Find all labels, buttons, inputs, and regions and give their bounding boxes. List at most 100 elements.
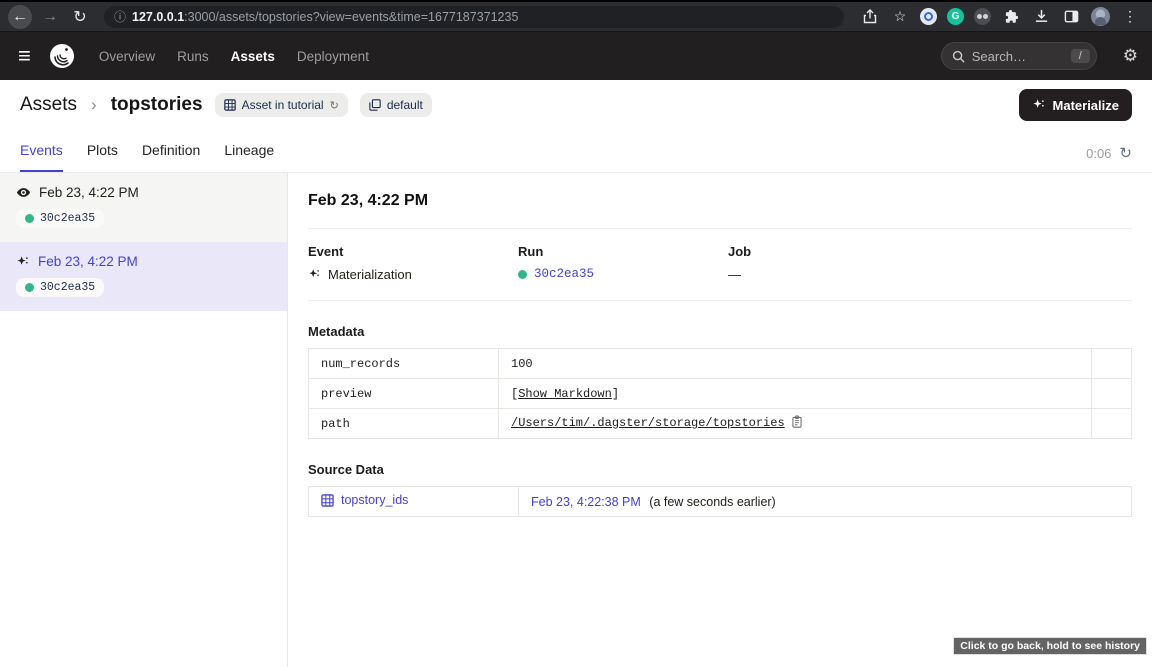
browser-forward-button[interactable]: → (38, 5, 62, 29)
asset-group-chip[interactable]: Asset in tutorial ↻ (215, 93, 348, 117)
browser-toolbar: ← → ↻ ⓘ 127.0.0.1:3000/assets/topstories… (0, 0, 1152, 32)
url-text: 127.0.0.1:3000/assets/topstories?view=ev… (132, 10, 518, 24)
address-bar[interactable]: ⓘ 127.0.0.1:3000/assets/topstories?view=… (104, 6, 844, 28)
dagster-logo[interactable] (49, 43, 75, 69)
search-input[interactable]: Search… / (941, 42, 1097, 70)
run-field-label: Run (518, 244, 728, 259)
goggles-extension-icon[interactable] (974, 8, 991, 25)
run-id-label: 30c2ea35 (40, 212, 95, 225)
browser-action-icons: ☆ G ⋮ (856, 7, 1144, 27)
grid-icon (321, 494, 334, 507)
source-data-table: topstory_ids Feb 23, 4:22:38 PM (a few s… (308, 486, 1132, 517)
source-timestamp-note: (a few seconds earlier) (649, 495, 775, 509)
table-row: path /Users/tim/.dagster/storage/topstor… (309, 409, 1132, 439)
download-icon[interactable] (1031, 7, 1051, 27)
run-status-dot (25, 214, 34, 223)
sparkle-icon (308, 268, 321, 281)
url-path: :3000/assets/topstories?view=events&time… (184, 10, 518, 24)
tab-definition[interactable]: Definition (142, 142, 200, 172)
metadata-key: path (309, 409, 499, 439)
materialize-button[interactable]: Materialize (1019, 89, 1132, 121)
default-location-chip[interactable]: default (360, 93, 432, 117)
breadcrumb-assets[interactable]: Assets (20, 94, 77, 116)
divider (308, 228, 1132, 229)
event-field-label: Event (308, 244, 518, 259)
event-type-value: Materialization (328, 267, 412, 282)
metadata-section-title: Metadata (308, 324, 1132, 339)
nav-item-runs[interactable]: Runs (177, 49, 209, 64)
breadcrumb-asset-name: topstories (111, 94, 203, 116)
run-id-label: 30c2ea35 (40, 281, 95, 294)
grammarly-icon[interactable]: G (947, 8, 964, 25)
divider (308, 300, 1132, 301)
puzzle-extensions-icon[interactable] (1001, 7, 1021, 27)
browser-reload-button[interactable]: ↻ (68, 5, 92, 29)
profile-avatar[interactable] (1091, 7, 1110, 26)
materialize-button-label: Materialize (1053, 98, 1119, 113)
source-asset-link[interactable]: topstory_ids (321, 493, 408, 507)
event-detail-title: Feb 23, 4:22 PM (308, 192, 1132, 210)
hamburger-menu-icon[interactable]: ≡ (14, 45, 35, 67)
event-list-sidebar: Feb 23, 4:22 PM 30c2ea35 Feb 23, 4:22 PM… (0, 173, 288, 667)
copy-icon[interactable] (791, 418, 803, 432)
asset-tabs: Events Plots Definition Lineage 0:06 ↻ (0, 130, 1152, 173)
table-row: preview [Show Markdown] (309, 379, 1132, 409)
extension-blue-icon[interactable] (920, 8, 937, 25)
search-placeholder: Search… (972, 49, 1064, 64)
share-icon[interactable] (860, 7, 880, 27)
refresh-icon[interactable]: ↻ (330, 99, 339, 112)
event-list-item-materialization[interactable]: Feb 23, 4:22 PM 30c2ea35 (0, 242, 287, 311)
bookmark-star-icon[interactable]: ☆ (890, 7, 910, 27)
tab-lineage[interactable]: Lineage (224, 142, 274, 172)
nav-item-deployment[interactable]: Deployment (297, 49, 369, 64)
default-location-chip-label: default (387, 98, 423, 112)
run-status-dot (25, 283, 34, 292)
metadata-value: 100 (499, 349, 1092, 379)
metadata-endcap-cell (1092, 409, 1132, 439)
metadata-value: /Users/tim/.dagster/storage/topstories (499, 409, 1092, 439)
eye-icon (16, 185, 31, 200)
browser-back-button[interactable]: ← (8, 5, 32, 29)
metadata-key: num_records (309, 349, 499, 379)
event-summary-fields: Event Materialization Run 30c2ea35 Job — (308, 244, 1132, 282)
nav-item-overview[interactable]: Overview (99, 49, 155, 64)
run-id-tag[interactable]: 30c2ea35 (16, 278, 104, 297)
asset-header: Assets › topstories Asset in tutorial ↻ … (0, 80, 1152, 130)
refresh-icon[interactable]: ↻ (1119, 144, 1132, 162)
menu-dots-icon[interactable]: ⋮ (1120, 7, 1140, 27)
job-value: — (728, 267, 741, 282)
grid-icon (224, 99, 236, 111)
tab-events[interactable]: Events (20, 142, 63, 172)
site-info-icon[interactable]: ⓘ (114, 8, 126, 25)
show-markdown-link[interactable]: Show Markdown (518, 387, 612, 401)
table-row: topstory_ids Feb 23, 4:22:38 PM (a few s… (309, 487, 1132, 517)
source-asset-cell: topstory_ids (309, 487, 519, 517)
side-panel-icon[interactable] (1061, 7, 1081, 27)
run-status-dot (518, 270, 527, 279)
run-id-tag[interactable]: 30c2ea35 (16, 209, 104, 228)
breadcrumb-chevron: › (91, 95, 97, 115)
metadata-endcap-cell (1092, 349, 1132, 379)
job-field-label: Job (728, 244, 1132, 259)
search-icon (952, 50, 965, 63)
metadata-value: [Show Markdown] (499, 379, 1092, 409)
event-timestamp: Feb 23, 4:22 PM (39, 185, 139, 200)
dagster-top-nav: ≡ Overview Runs Assets Deployment Search… (0, 32, 1152, 80)
nav-item-assets[interactable]: Assets (231, 49, 275, 64)
back-button-tooltip: Click to go back, hold to see history (953, 637, 1147, 655)
gear-icon[interactable]: ⚙ (1123, 46, 1138, 66)
source-timestamp-link[interactable]: Feb 23, 4:22:38 PM (531, 495, 641, 509)
source-timestamp-cell: Feb 23, 4:22:38 PM (a few seconds earlie… (519, 487, 1132, 517)
source-data-section-title: Source Data (308, 462, 1132, 477)
asset-group-chip-label: Asset in tutorial (242, 98, 324, 112)
source-asset-name: topstory_ids (341, 493, 408, 507)
event-timestamp: Feb 23, 4:22 PM (38, 254, 138, 269)
run-id-link[interactable]: 30c2ea35 (534, 267, 594, 281)
tab-plots[interactable]: Plots (87, 142, 118, 172)
event-list-item-observation[interactable]: Feb 23, 4:22 PM 30c2ea35 (0, 173, 287, 242)
url-host: 127.0.0.1 (132, 10, 184, 24)
event-field: Event Materialization (308, 244, 518, 282)
table-row: num_records 100 (309, 349, 1132, 379)
metadata-table: num_records 100 preview [Show Markdown] … (308, 348, 1132, 439)
path-link[interactable]: /Users/tim/.dagster/storage/topstories (511, 416, 785, 430)
